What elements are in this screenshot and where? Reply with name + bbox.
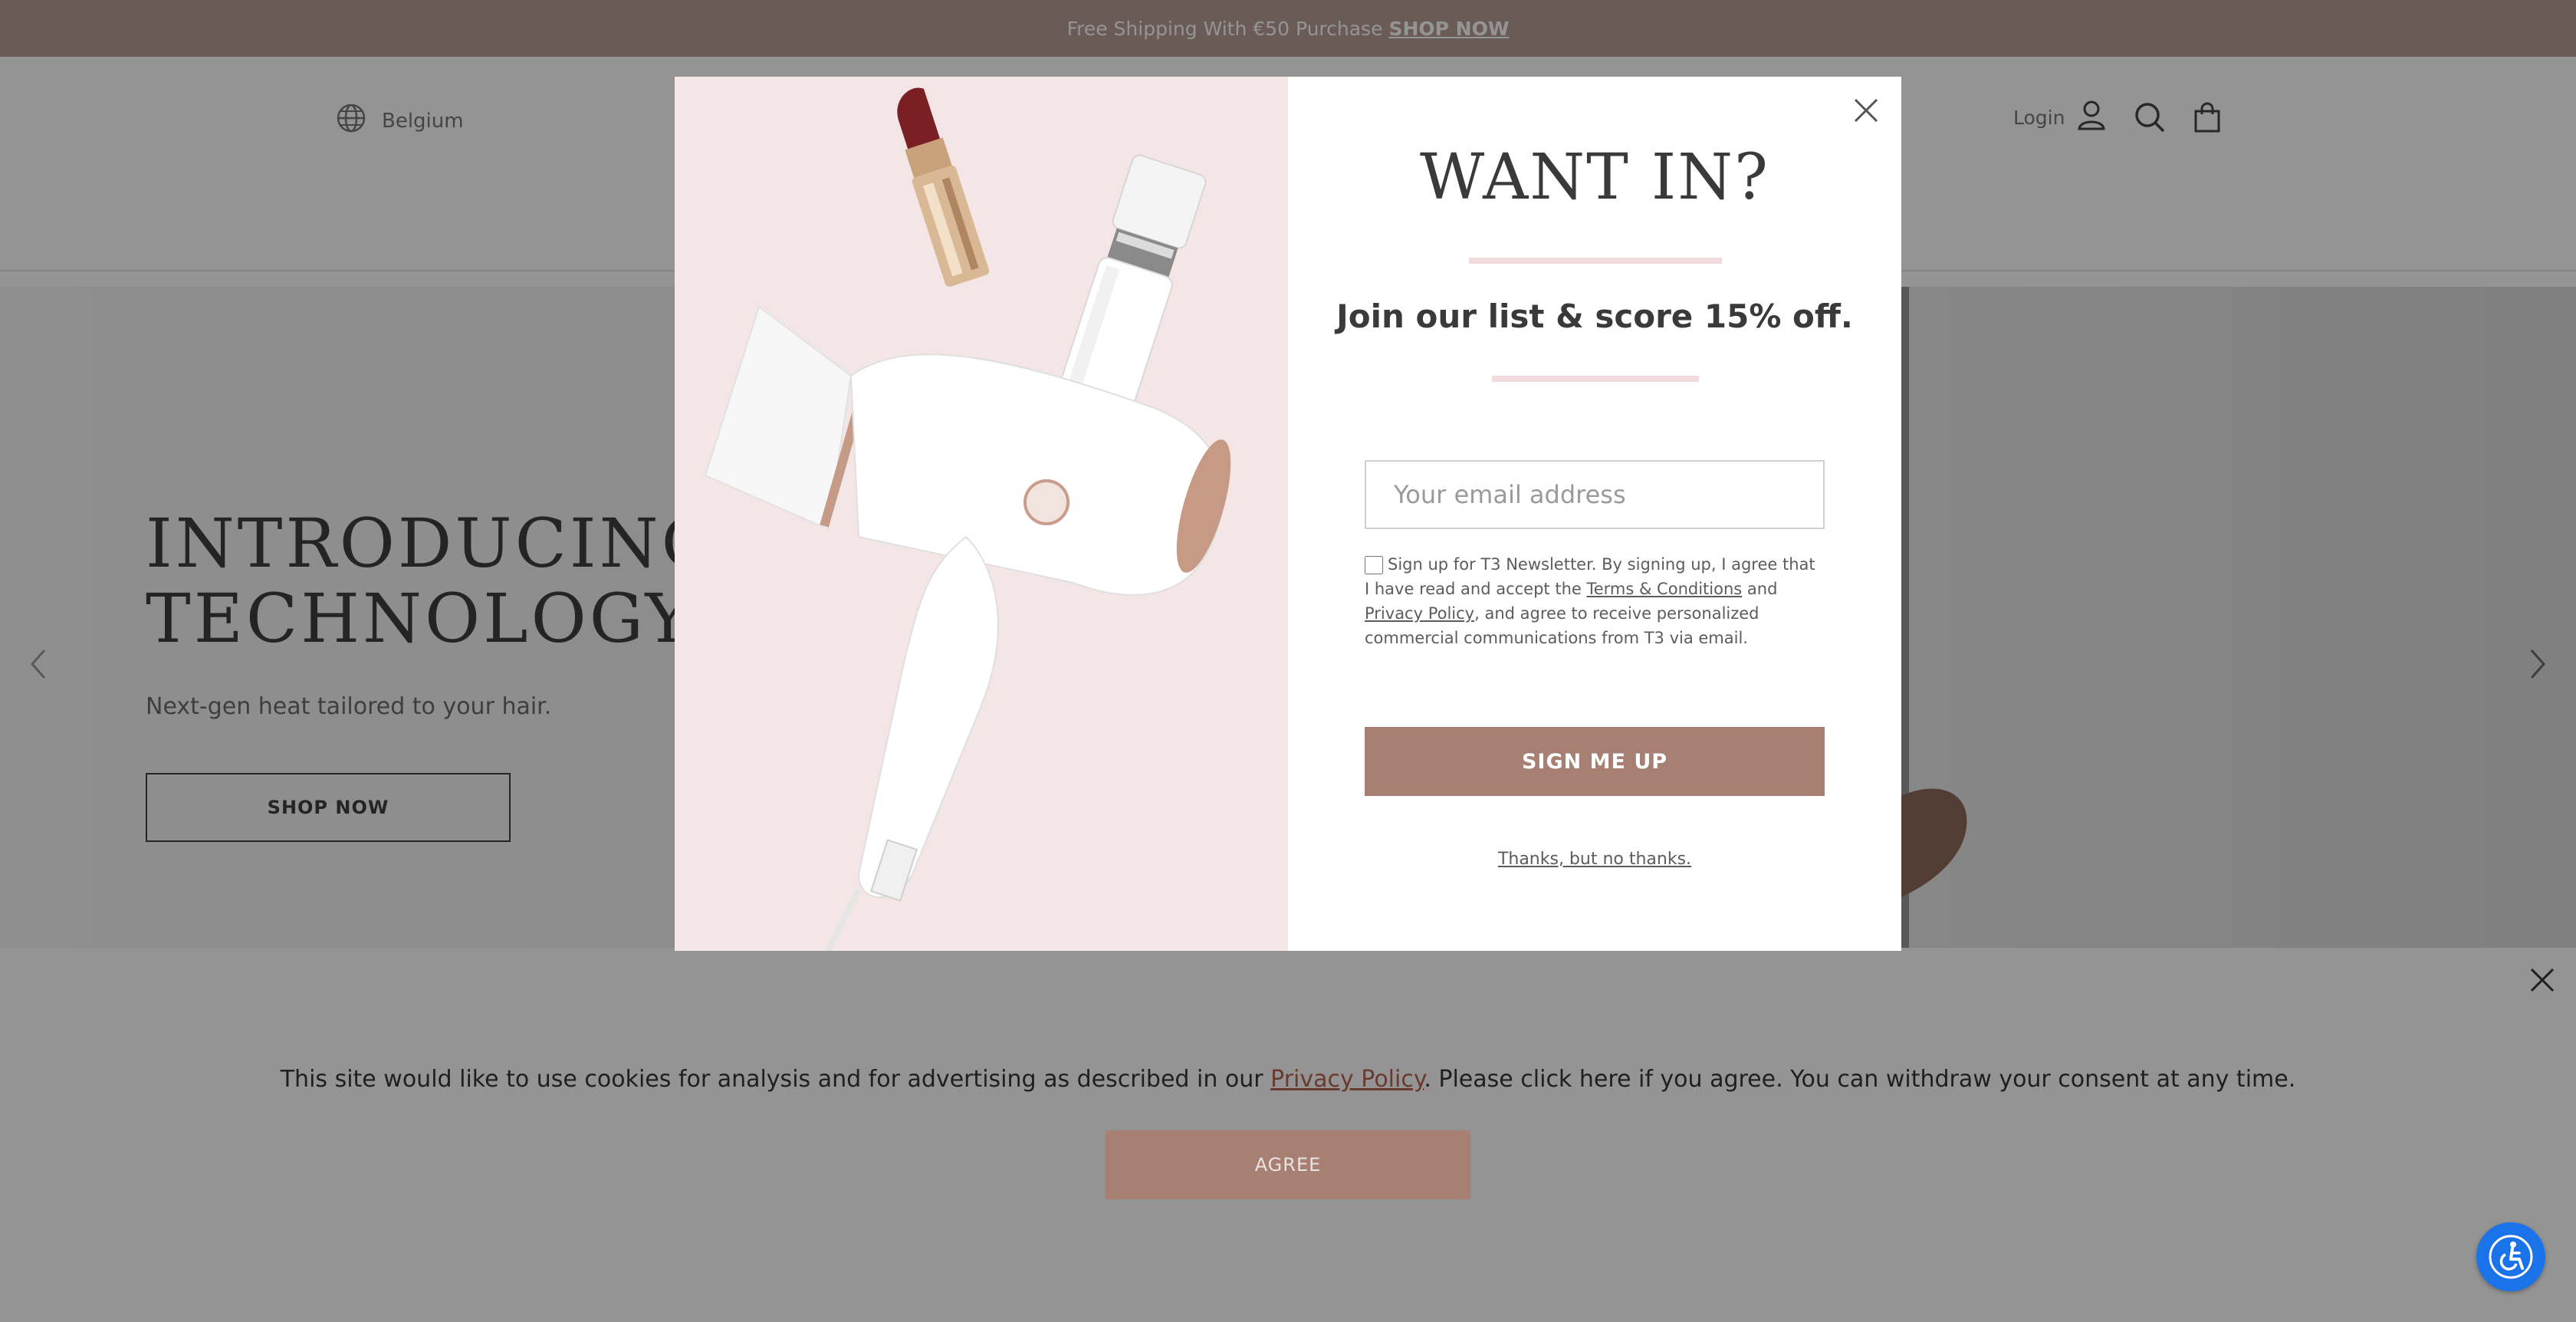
privacy-policy-link[interactable]: Privacy Policy xyxy=(1365,604,1474,623)
cookie-message: This site would like to use cookies for … xyxy=(0,1066,2576,1093)
cookie-privacy-link[interactable]: Privacy Policy xyxy=(1270,1066,1424,1093)
consent-text-and: and xyxy=(1742,580,1778,598)
modal-content: WANT IN? Join our list & score 15% off. … xyxy=(1288,77,1901,951)
modal-divider xyxy=(1469,258,1722,264)
decline-link[interactable]: Thanks, but no thanks. xyxy=(1288,850,1901,869)
modal-subtitle: Join our list & score 15% off. xyxy=(1336,298,1853,335)
product-illustration xyxy=(704,87,1231,951)
terms-link[interactable]: Terms & Conditions xyxy=(1586,580,1742,598)
modal-product-image xyxy=(675,77,1288,951)
cookie-text-after: . Please click here if you agree. You ca… xyxy=(1424,1066,2296,1093)
close-icon[interactable] xyxy=(2527,965,2558,995)
modal-divider xyxy=(1492,376,1699,382)
newsletter-consent-checkbox[interactable] xyxy=(1365,556,1383,574)
modal-title: WANT IN? xyxy=(1419,141,1770,214)
modal-close-icon[interactable] xyxy=(1849,94,1883,127)
cookie-agree-button[interactable]: AGREE xyxy=(1106,1130,1470,1199)
email-field[interactable] xyxy=(1365,460,1825,529)
signup-modal: WANT IN? Join our list & score 15% off. … xyxy=(675,77,1901,951)
sign-me-up-button[interactable]: SIGN ME UP xyxy=(1365,727,1825,796)
newsletter-consent: Sign up for T3 Newsletter. By signing up… xyxy=(1365,552,1825,650)
cookie-text-before: This site would like to use cookies for … xyxy=(280,1066,1271,1093)
accessibility-icon[interactable] xyxy=(2476,1222,2545,1291)
